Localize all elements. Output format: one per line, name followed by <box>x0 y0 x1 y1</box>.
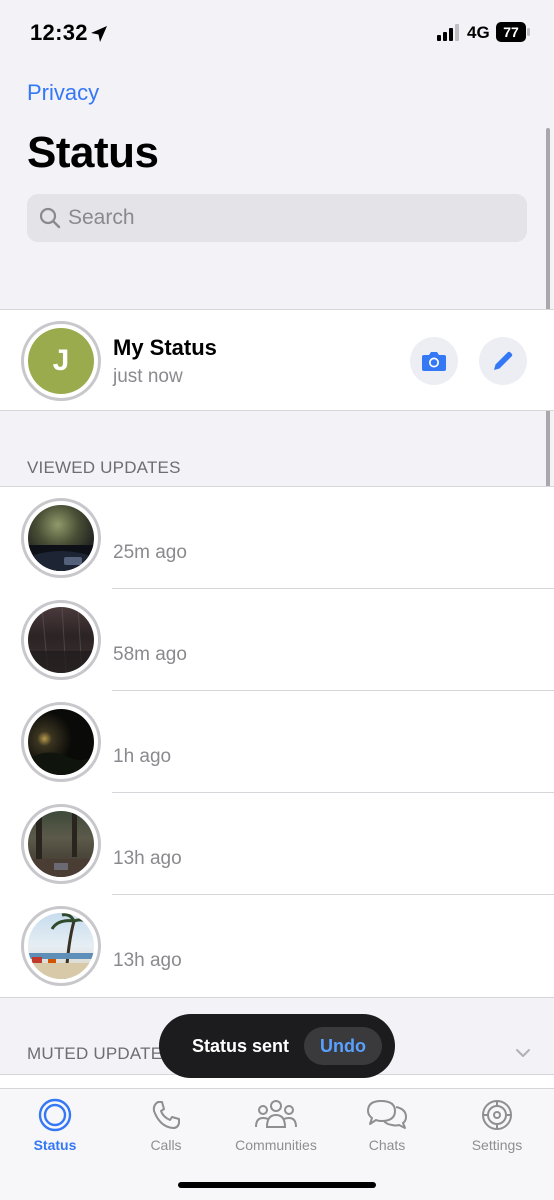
search-icon <box>39 207 61 229</box>
clock: 12:32 <box>30 20 88 45</box>
avatar-ring <box>21 498 101 578</box>
tab-settings[interactable]: Settings <box>442 1097 552 1163</box>
camera-icon <box>422 352 446 371</box>
gear-icon <box>482 1100 512 1130</box>
update-time: 58m ago <box>113 644 187 665</box>
toast-message: Status sent <box>192 1036 290 1056</box>
avatar[interactable]: J <box>28 328 94 394</box>
camera-button[interactable] <box>410 337 458 385</box>
tab-label: Communities <box>235 1137 317 1153</box>
avatar-ring <box>21 906 101 986</box>
list-item[interactable]: 13h ago <box>0 895 554 997</box>
page-title: Status <box>27 128 159 177</box>
tab-label: Status <box>33 1137 77 1153</box>
my-status-row[interactable]: J My Status just now <box>0 309 554 411</box>
phone-icon <box>152 1101 180 1129</box>
text-status-button[interactable] <box>479 337 527 385</box>
my-status-title: My Status <box>113 335 217 360</box>
status-thumbnail <box>28 811 94 877</box>
avatar-ring: J <box>21 321 101 401</box>
tab-label: Calls <box>150 1137 182 1153</box>
viewed-updates-list: 25m ago 58m ago 1h ago 13h ago 13h ago <box>0 486 554 998</box>
avatar-ring <box>21 600 101 680</box>
tab-calls[interactable]: Calls <box>111 1097 221 1163</box>
network-type: 4G <box>467 23 490 42</box>
status-thumbnail <box>28 505 94 571</box>
update-time: 13h ago <box>113 848 182 869</box>
list-item[interactable]: 58m ago <box>0 589 554 691</box>
battery-level: 77 <box>503 24 519 40</box>
status-thumbnail <box>28 913 94 979</box>
tab-status[interactable]: Status <box>0 1097 110 1163</box>
status-sent-toast: Status sent Undo <box>159 1014 395 1078</box>
update-time: 13h ago <box>113 950 182 971</box>
chats-icon <box>367 1100 407 1129</box>
update-time: 1h ago <box>113 746 172 767</box>
search-input[interactable] <box>68 194 508 242</box>
status-icon <box>38 1098 72 1132</box>
night-trees-image <box>28 752 94 775</box>
location-arrow-icon <box>91 26 107 42</box>
tab-label: Settings <box>471 1137 523 1153</box>
beach-image <box>28 913 94 979</box>
my-status-time: just now <box>113 366 183 387</box>
battery-icon: 77 <box>496 22 530 42</box>
list-item[interactable]: 13h ago <box>0 793 554 895</box>
tab-label: Chats <box>368 1137 406 1153</box>
tab-communities[interactable]: Communities <box>221 1097 331 1163</box>
muted-updates-header[interactable]: MUTED UPDATES <box>27 1044 174 1064</box>
update-time: 25m ago <box>113 542 187 563</box>
status-thumbnail <box>28 607 94 673</box>
status-bar: 12:32 4G 77 <box>0 0 554 66</box>
avatar-ring <box>21 804 101 884</box>
avatar-ring <box>21 702 101 782</box>
chevron-down-icon[interactable] <box>514 1044 532 1062</box>
home-indicator <box>178 1182 376 1188</box>
list-item[interactable]: 1h ago <box>0 691 554 793</box>
rainy-street-image <box>28 607 94 673</box>
cellular-signal-icon <box>437 24 459 41</box>
search-bar[interactable] <box>27 194 527 242</box>
night-road-image <box>28 545 94 571</box>
forest-beach-image <box>28 811 94 877</box>
undo-button[interactable]: Undo <box>304 1027 382 1065</box>
list-item[interactable]: 25m ago <box>0 487 554 589</box>
privacy-link[interactable]: Privacy <box>27 80 99 106</box>
communities-icon <box>255 1100 297 1128</box>
status-thumbnail <box>28 709 94 775</box>
viewed-updates-header: VIEWED UPDATES <box>27 458 181 477</box>
pencil-icon <box>494 351 513 370</box>
tab-chats[interactable]: Chats <box>332 1097 442 1163</box>
